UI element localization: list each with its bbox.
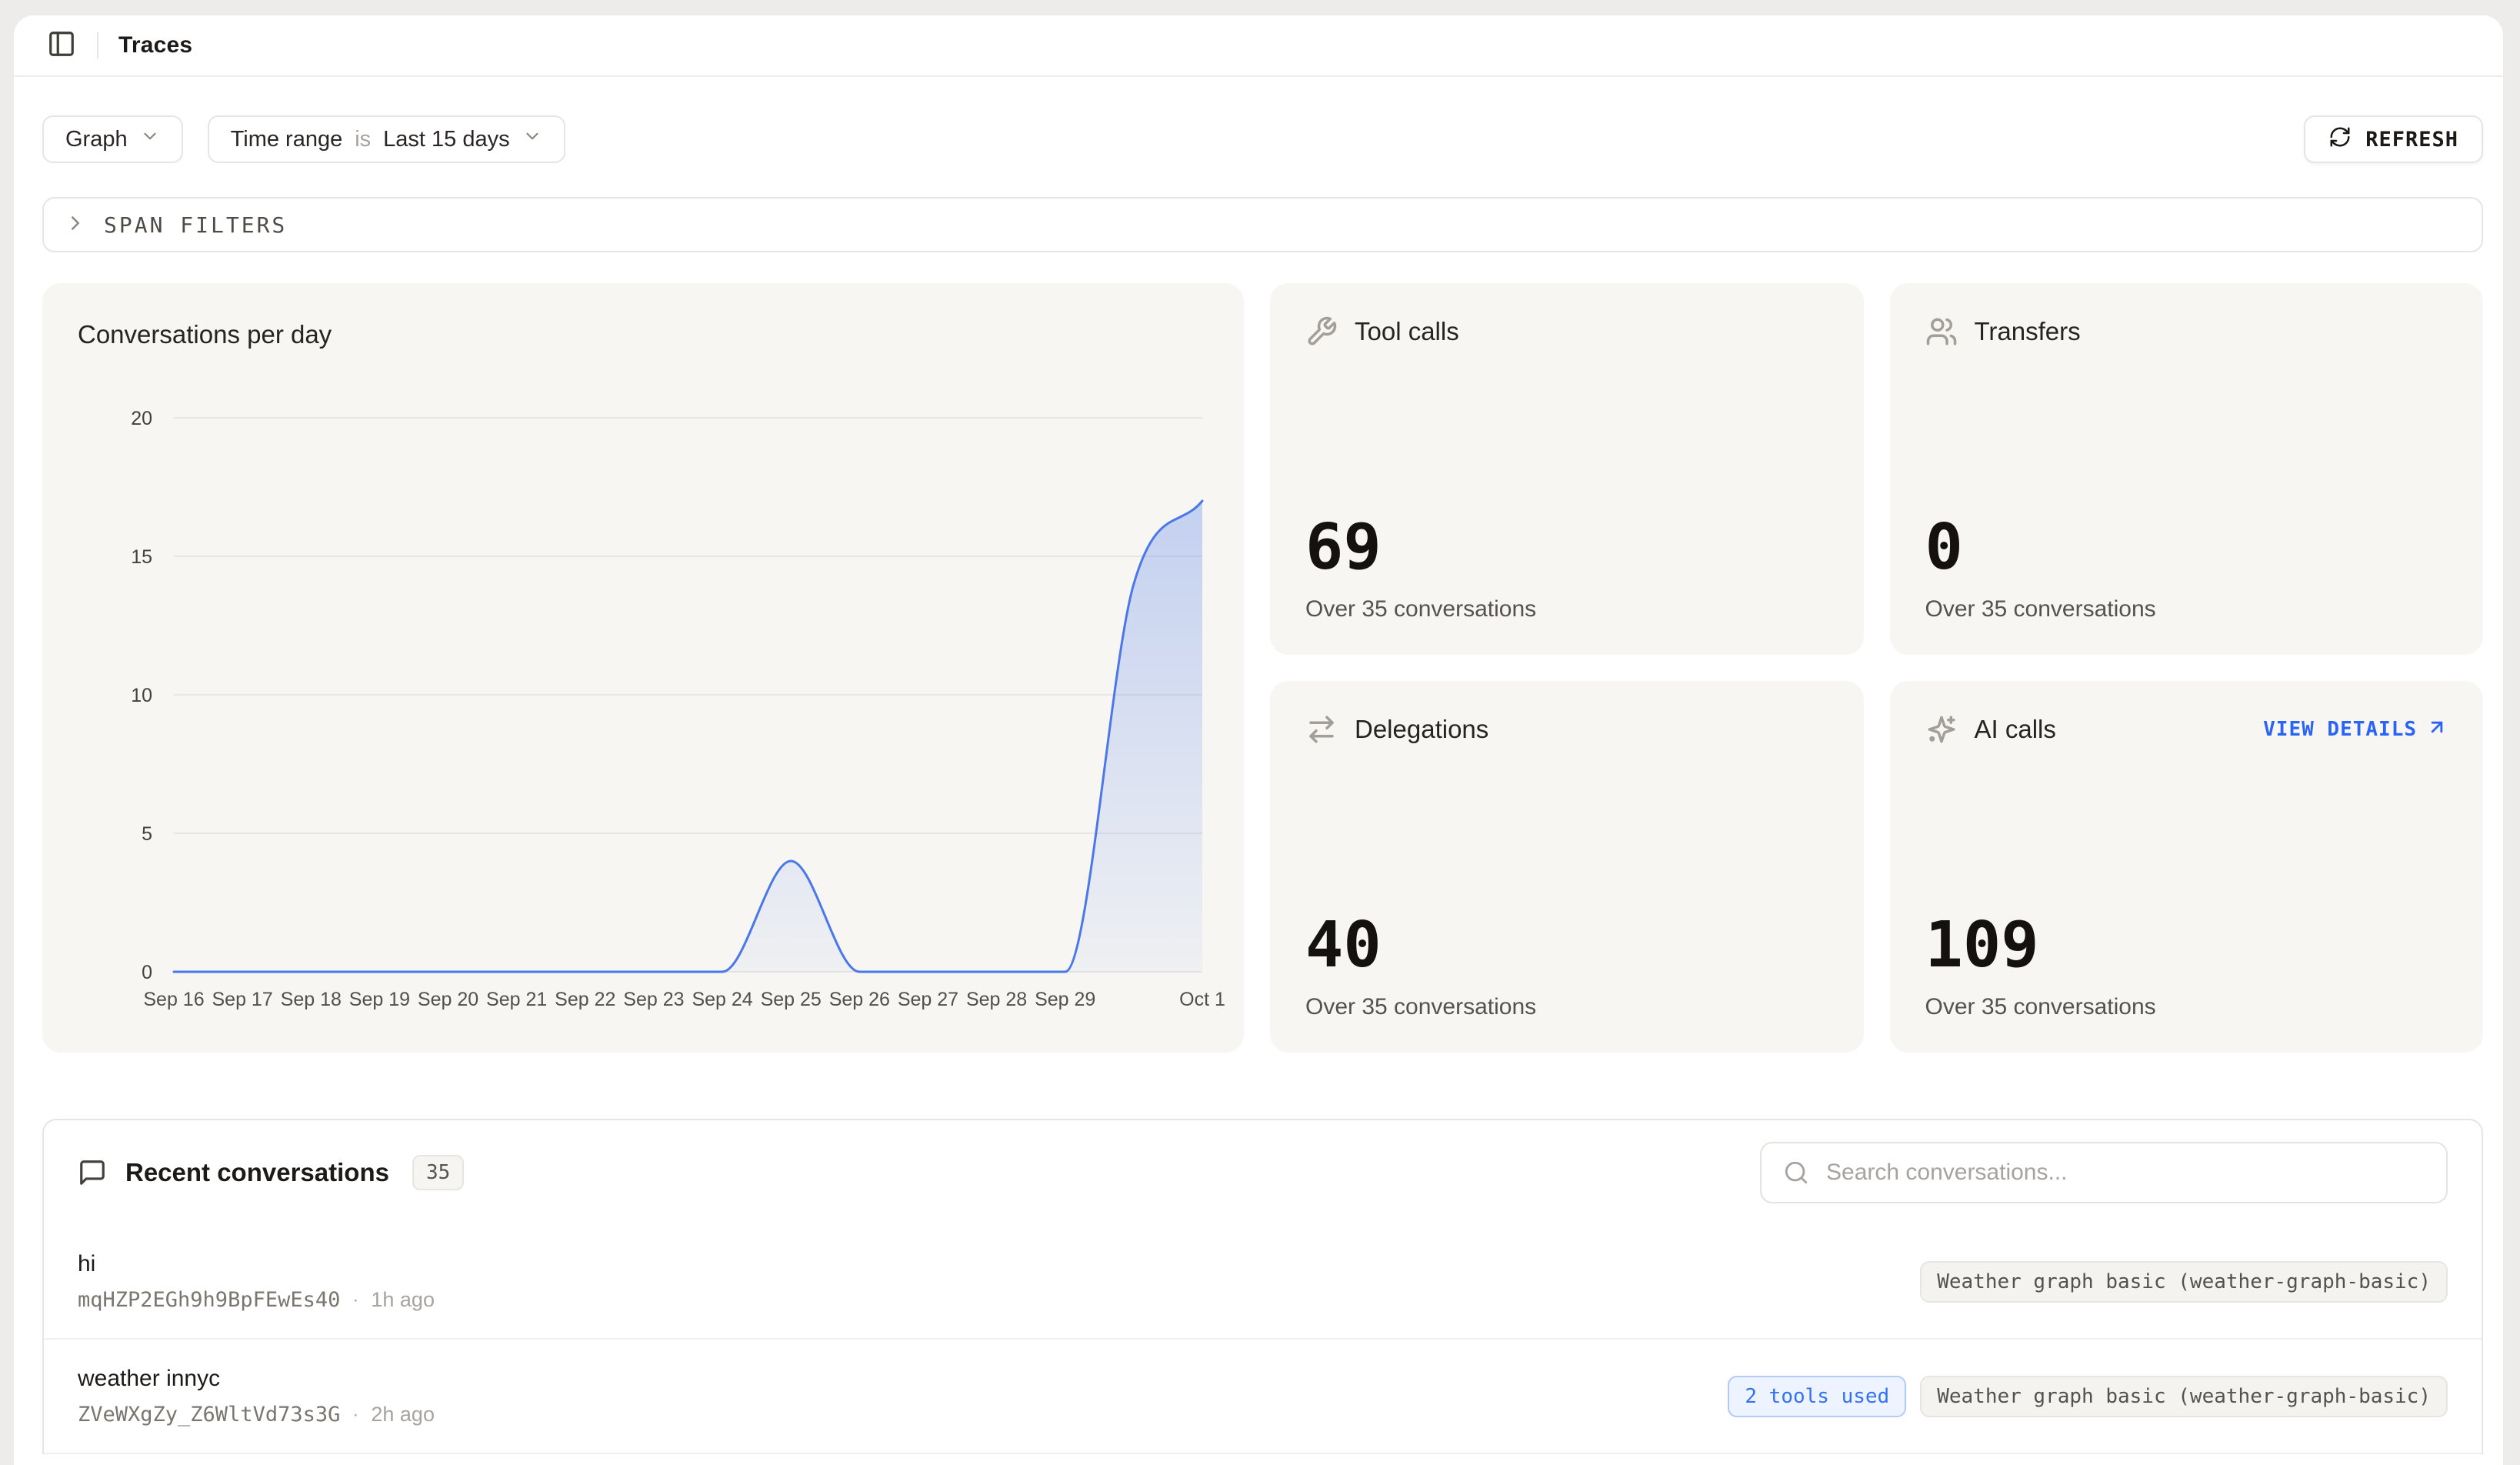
header-divider [97,32,98,58]
svg-text:Sep 23: Sep 23 [623,989,684,1010]
time-range-filter[interactable]: Time range is Last 15 days [208,115,565,163]
time-range-value: Last 15 days [383,127,509,152]
time-range-operator: is [355,127,371,152]
stat-caption: Over 35 conversations [1305,596,1828,622]
stat-caption: Over 35 conversations [1925,994,2448,1020]
view-details-label: VIEW DETAILS [2263,718,2417,741]
stat-caption: Over 35 conversations [1305,994,1828,1020]
span-filters-expander[interactable]: SPAN FILTERS [42,197,2483,252]
stat-title: Transfers [1975,317,2081,346]
stat-value: 40 [1305,914,1828,977]
conversation-title: weather innyc [78,1366,435,1392]
graph-dropdown-label: Graph [65,127,128,152]
svg-text:Sep 16: Sep 16 [143,989,204,1010]
conversations-chart-svg: 0 5 10 15 20 Sep 16 Sep 17 Sep 18 Sep 19 Sep 20 Se… [42,283,1244,1053]
tools-used-tag: 2 tools used [1728,1376,1906,1417]
chevron-right-icon [64,212,87,239]
message-square-icon [78,1158,107,1187]
svg-text:Sep 26: Sep 26 [829,989,890,1010]
svg-text:Sep 25: Sep 25 [761,989,822,1010]
conversation-row[interactable]: weather innyc ZVeWXgZy_Z6WltVd73s3G · 2h… [44,1340,2482,1454]
stat-card-transfers: Transfers 0 Over 35 conversations [1890,283,2484,655]
toolbar: Graph Time range is Last 15 days REFRESH [42,115,2483,163]
panel-left-icon [47,29,76,62]
svg-text:10: 10 [131,685,152,706]
conversation-count-badge: 35 [412,1155,464,1190]
search-box [1760,1142,2448,1203]
recent-conversations-header: Recent conversations 35 [44,1120,2482,1225]
svg-text:Sep 29: Sep 29 [1035,989,1095,1010]
arrow-up-right-icon [2426,716,2448,743]
main-window: Traces Graph Time range is Last 15 days [14,15,2503,1465]
sparkles-icon [1925,713,1958,746]
conversation-time: 2h ago [371,1403,435,1427]
svg-text:Sep 22: Sep 22 [555,989,615,1010]
view-details-link[interactable]: VIEW DETAILS [2263,716,2448,743]
stat-title: Tool calls [1355,317,1459,346]
svg-text:Sep 19: Sep 19 [349,989,410,1010]
stat-value: 69 [1305,516,1828,579]
meta-separator: · [352,1290,358,1311]
conversation-id: mqHZP2EGh9h9BpFEwEs40 [78,1288,340,1312]
app-header: Traces [14,15,2503,77]
conversation-id: ZVeWXgZy_Z6WltVd73s3G [78,1403,340,1427]
refresh-button[interactable]: REFRESH [2304,115,2483,163]
svg-text:Sep 21: Sep 21 [486,989,547,1010]
page-title: Traces [118,32,192,58]
agent-tag: Weather graph basic (weather-graph-basic… [1920,1376,2448,1417]
conversation-time: 1h ago [371,1288,435,1312]
svg-text:Sep 17: Sep 17 [212,989,273,1010]
svg-text:Sep 24: Sep 24 [692,989,752,1010]
recent-conversations-title: Recent conversations [125,1158,389,1187]
span-filters-label: SPAN FILTERS [104,212,287,238]
svg-text:5: 5 [142,823,152,845]
stat-caption: Over 35 conversations [1925,596,2448,622]
refresh-button-label: REFRESH [2365,128,2458,152]
search-icon [1783,1160,1809,1186]
arrows-right-left-icon [1305,713,1338,746]
conversations-per-day-chart: Conversations per day 05101520Sep 16Sep … [42,283,1244,1053]
svg-text:Sep 27: Sep 27 [898,989,958,1010]
svg-text:Sep 28: Sep 28 [966,989,1027,1010]
svg-text:Oct 1: Oct 1 [1179,989,1225,1010]
conversation-row[interactable]: hi mqHZP2EGh9h9BpFEwEs40 · 1h ago Weathe… [44,1225,2482,1340]
stat-card-ai-calls: AI calls VIEW DETAILS 109 Over 35 conver… [1890,681,2484,1053]
chevron-down-icon [140,126,160,152]
time-range-field: Time range [231,127,343,152]
svg-text:Sep 20: Sep 20 [418,989,478,1010]
recent-conversations-section: Recent conversations 35 hi mqHZP2EGh9h9B… [42,1119,2483,1454]
search-input[interactable] [1826,1160,2425,1186]
meta-separator: · [352,1404,358,1426]
stat-title: Delegations [1355,715,1488,744]
users-icon [1925,315,1958,348]
stat-value: 0 [1925,516,2448,579]
stat-title: AI calls [1975,715,2056,744]
stat-value: 109 [1925,914,2448,977]
sidebar-toggle-button[interactable] [42,25,82,65]
chevron-down-icon [522,126,542,152]
svg-text:15: 15 [131,546,152,568]
graph-dropdown[interactable]: Graph [42,115,183,163]
wrench-icon [1305,315,1338,348]
stat-card-tool-calls: Tool calls 69 Over 35 conversations [1270,283,1864,655]
svg-text:Sep 18: Sep 18 [281,989,342,1010]
conversation-title: hi [78,1251,435,1277]
stat-card-delegations: Delegations 40 Over 35 conversations [1270,681,1864,1053]
svg-text:20: 20 [131,408,152,429]
dashboard-grid: Conversations per day 05101520Sep 16Sep … [42,283,2483,1053]
refresh-icon [2328,125,2352,154]
agent-tag: Weather graph basic (weather-graph-basic… [1920,1261,2448,1303]
svg-text:0: 0 [142,962,152,983]
